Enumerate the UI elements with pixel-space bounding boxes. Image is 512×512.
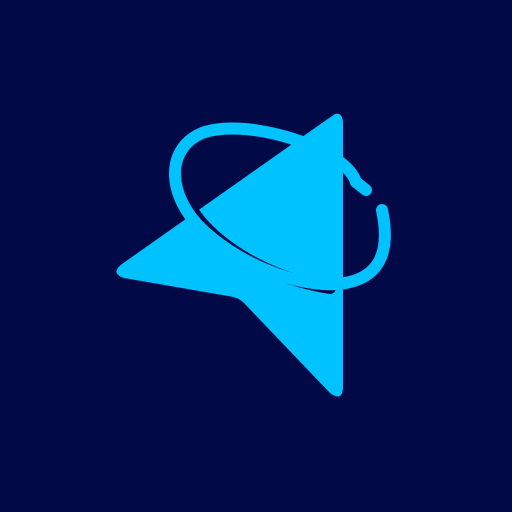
paper-plane-orbit-icon bbox=[116, 113, 391, 397]
app-icon-canvas bbox=[0, 0, 512, 512]
orbit-ring-tip bbox=[350, 176, 372, 196]
